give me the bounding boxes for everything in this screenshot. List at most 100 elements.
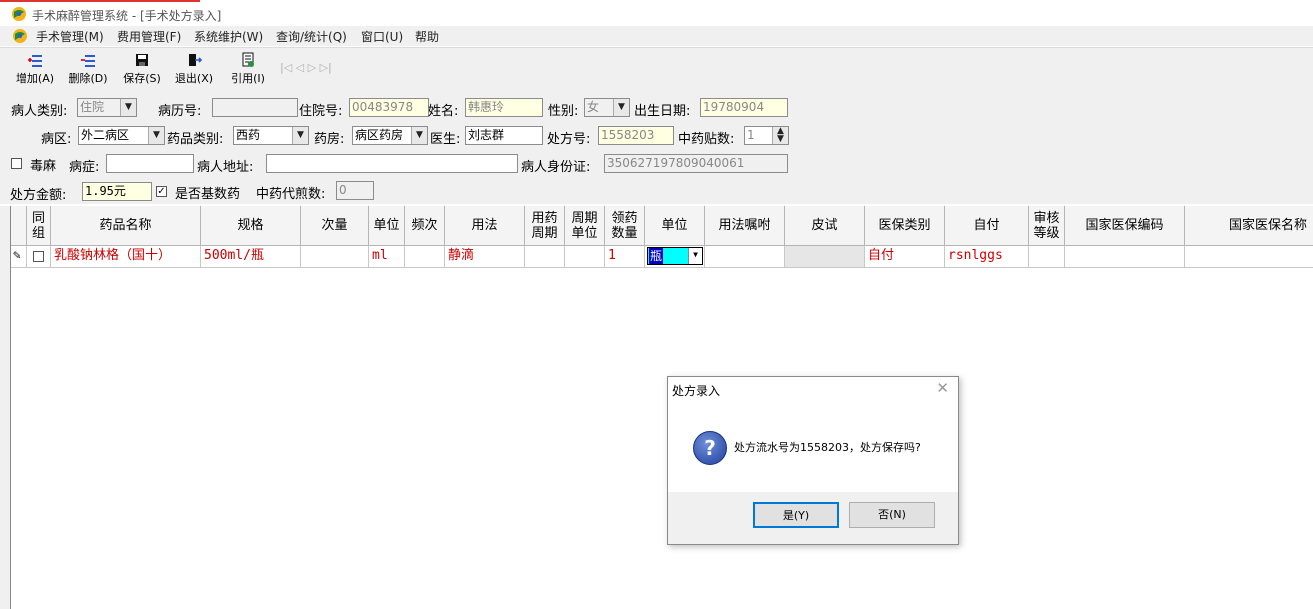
table-cell-spec[interactable]: 500ml/瓶 [201, 246, 301, 268]
save-button[interactable]: 保存(S) [116, 52, 168, 90]
amount-label: 处方金额: [10, 188, 67, 203]
col-drug-name[interactable]: 药品名称 [51, 206, 201, 246]
table-row-group-cell[interactable] [27, 246, 51, 268]
tcm-count-label: 中药贴数: [678, 132, 735, 147]
add-button[interactable]: 增加(A) [9, 52, 61, 90]
record-no-label: 病历号: [158, 104, 202, 119]
col-skin-test[interactable]: 皮试 [785, 206, 865, 246]
doctor-label: 医生: [430, 132, 461, 147]
chevron-down-icon[interactable]: ▼ [688, 248, 702, 264]
col-frequency[interactable]: 频次 [405, 206, 445, 246]
tcm-decoct-field[interactable]: 0 [336, 181, 374, 200]
table-cell-period-unit[interactable] [565, 246, 605, 268]
col-qty-unit[interactable]: 单位 [645, 206, 705, 246]
col-group[interactable]: 同组 [27, 206, 51, 246]
table-cell-period[interactable] [525, 246, 565, 268]
disease-field[interactable] [106, 154, 194, 173]
table-cell-frequency[interactable] [405, 246, 445, 268]
col-spec[interactable]: 规格 [201, 206, 301, 246]
drug-category-select[interactable]: 西药 ▼ [233, 126, 309, 145]
basic-drug-checkbox[interactable]: ✓ [156, 186, 167, 197]
admission-no-label: 住院号: [299, 104, 343, 119]
title-accent-line [0, 0, 200, 2]
row-edit-indicator-icon: ✎ [11, 246, 27, 268]
col-usage[interactable]: 用法 [445, 206, 525, 246]
reference-button[interactable]: 引用(I) [222, 52, 274, 90]
record-no-field[interactable] [212, 98, 298, 117]
save-icon [136, 54, 148, 66]
menu-query[interactable]: 查询/统计(Q) [276, 28, 347, 45]
table-cell-national-code[interactable] [1065, 246, 1185, 268]
col-self-pay[interactable]: 自付 [945, 206, 1029, 246]
no-button[interactable]: 否(N) [849, 502, 935, 528]
col-period-unit[interactable]: 周期单位 [565, 206, 605, 246]
pharmacy-value: 病区药房 [355, 128, 404, 142]
table-cell-quantity[interactable]: 1 [605, 246, 645, 268]
narcotic-checkbox[interactable] [11, 158, 22, 169]
doctor-field[interactable]: 刘志群 [465, 126, 543, 145]
tcm-decoct-label: 中药代煎数: [256, 187, 326, 202]
col-audit-level[interactable]: 审核等级 [1029, 206, 1065, 246]
tcm-count-stepper[interactable]: 1 ▲ ▼ [744, 126, 789, 145]
col-quantity[interactable]: 领药数量 [605, 206, 645, 246]
col-dose[interactable]: 次量 [301, 206, 369, 246]
id-card-label: 病人身份证: [521, 160, 591, 175]
pharmacy-select[interactable]: 病区药房 ▼ [352, 126, 428, 145]
admission-no-field[interactable]: 00483978 [349, 98, 429, 117]
table-cell-qty-unit[interactable]: 瓶 ▼ [645, 246, 705, 268]
add-row-icon [28, 55, 42, 67]
table-cell-dose[interactable] [301, 246, 369, 268]
dialog-title: 处方录入 [672, 384, 721, 398]
id-card-field[interactable]: 350627197809040061 [604, 154, 788, 173]
col-national-name[interactable]: 国家医保名称 [1185, 206, 1313, 246]
record-navigation[interactable]: |◁ ◁ ▷ ▷| [280, 61, 332, 74]
menu-help[interactable]: 帮助 [415, 28, 439, 45]
patient-type-select[interactable]: 住院 ▼ [77, 98, 137, 117]
col-instruction[interactable]: 用法嘱咐 [705, 206, 785, 246]
close-icon[interactable]: ✕ [936, 379, 949, 397]
table-cell-insurance-type[interactable]: 自付 [865, 246, 945, 268]
table-cell-skin-test[interactable] [785, 246, 865, 268]
yes-button[interactable]: 是(Y) [753, 502, 839, 528]
prescription-no-label: 处方号: [547, 132, 591, 147]
save-confirm-dialog: 处方录入 ✕ ? 处方流水号为1558203，处方保存吗? 是(Y) 否(N) [667, 376, 959, 545]
table-cell-unit[interactable]: ml [369, 246, 405, 268]
menu-system[interactable]: 系统维护(W) [194, 28, 263, 45]
ward-select[interactable]: 外二病区 ▼ [78, 126, 165, 145]
gender-select[interactable]: 女 ▼ [584, 98, 630, 117]
menu-fees[interactable]: 费用管理(F) [117, 28, 181, 45]
chevron-down-icon: ▼ [120, 99, 136, 116]
address-field[interactable] [266, 154, 518, 173]
ward-value: 外二病区 [81, 128, 130, 142]
spinner-arrows-icon[interactable]: ▲ ▼ [772, 127, 788, 144]
table-cell-audit-level[interactable] [1029, 246, 1065, 268]
question-icon: ? [693, 431, 727, 465]
add-button-label: 增加(A) [15, 72, 55, 85]
delete-button[interactable]: 删除(D) [62, 52, 114, 90]
table-cell-drug-name[interactable]: 乳酸钠林格（国十） [51, 246, 201, 268]
chevron-down-icon: ▼ [292, 127, 308, 144]
menu-surgery[interactable]: 手术管理(M) [36, 28, 104, 45]
col-unit[interactable]: 单位 [369, 206, 405, 246]
menu-window[interactable]: 窗口(U) [361, 28, 403, 45]
narcotic-label: 毒麻 [30, 159, 57, 174]
disease-label: 病症: [69, 160, 100, 175]
birth-field[interactable]: 19780904 [700, 98, 788, 117]
table-cell-national-name[interactable] [1185, 246, 1313, 268]
exit-button[interactable]: 退出(X) [168, 52, 220, 90]
table-cell-usage[interactable]: 静滴 [445, 246, 525, 268]
table-cell-self-pay[interactable]: rsnlggs [945, 246, 1029, 268]
col-national-code[interactable]: 国家医保编码 [1065, 206, 1185, 246]
col-period[interactable]: 用药周期 [525, 206, 565, 246]
group-checkbox[interactable] [33, 251, 44, 262]
qty-unit-editor[interactable]: 瓶 ▼ [647, 247, 703, 265]
grid-left-margin [0, 206, 10, 609]
prescription-no-field[interactable]: 1558203 [598, 126, 674, 145]
dialog-message: 处方流水号为1558203，处方保存吗? [734, 441, 921, 454]
col-insurance-type[interactable]: 医保类别 [865, 206, 945, 246]
table-cell-instruction[interactable] [705, 246, 785, 268]
reference-button-label: 引用(I) [231, 72, 265, 85]
exit-button-label: 退出(X) [174, 72, 214, 85]
pharmacy-label: 药房: [314, 132, 345, 147]
name-field[interactable]: 韩惠玲 [465, 98, 543, 117]
